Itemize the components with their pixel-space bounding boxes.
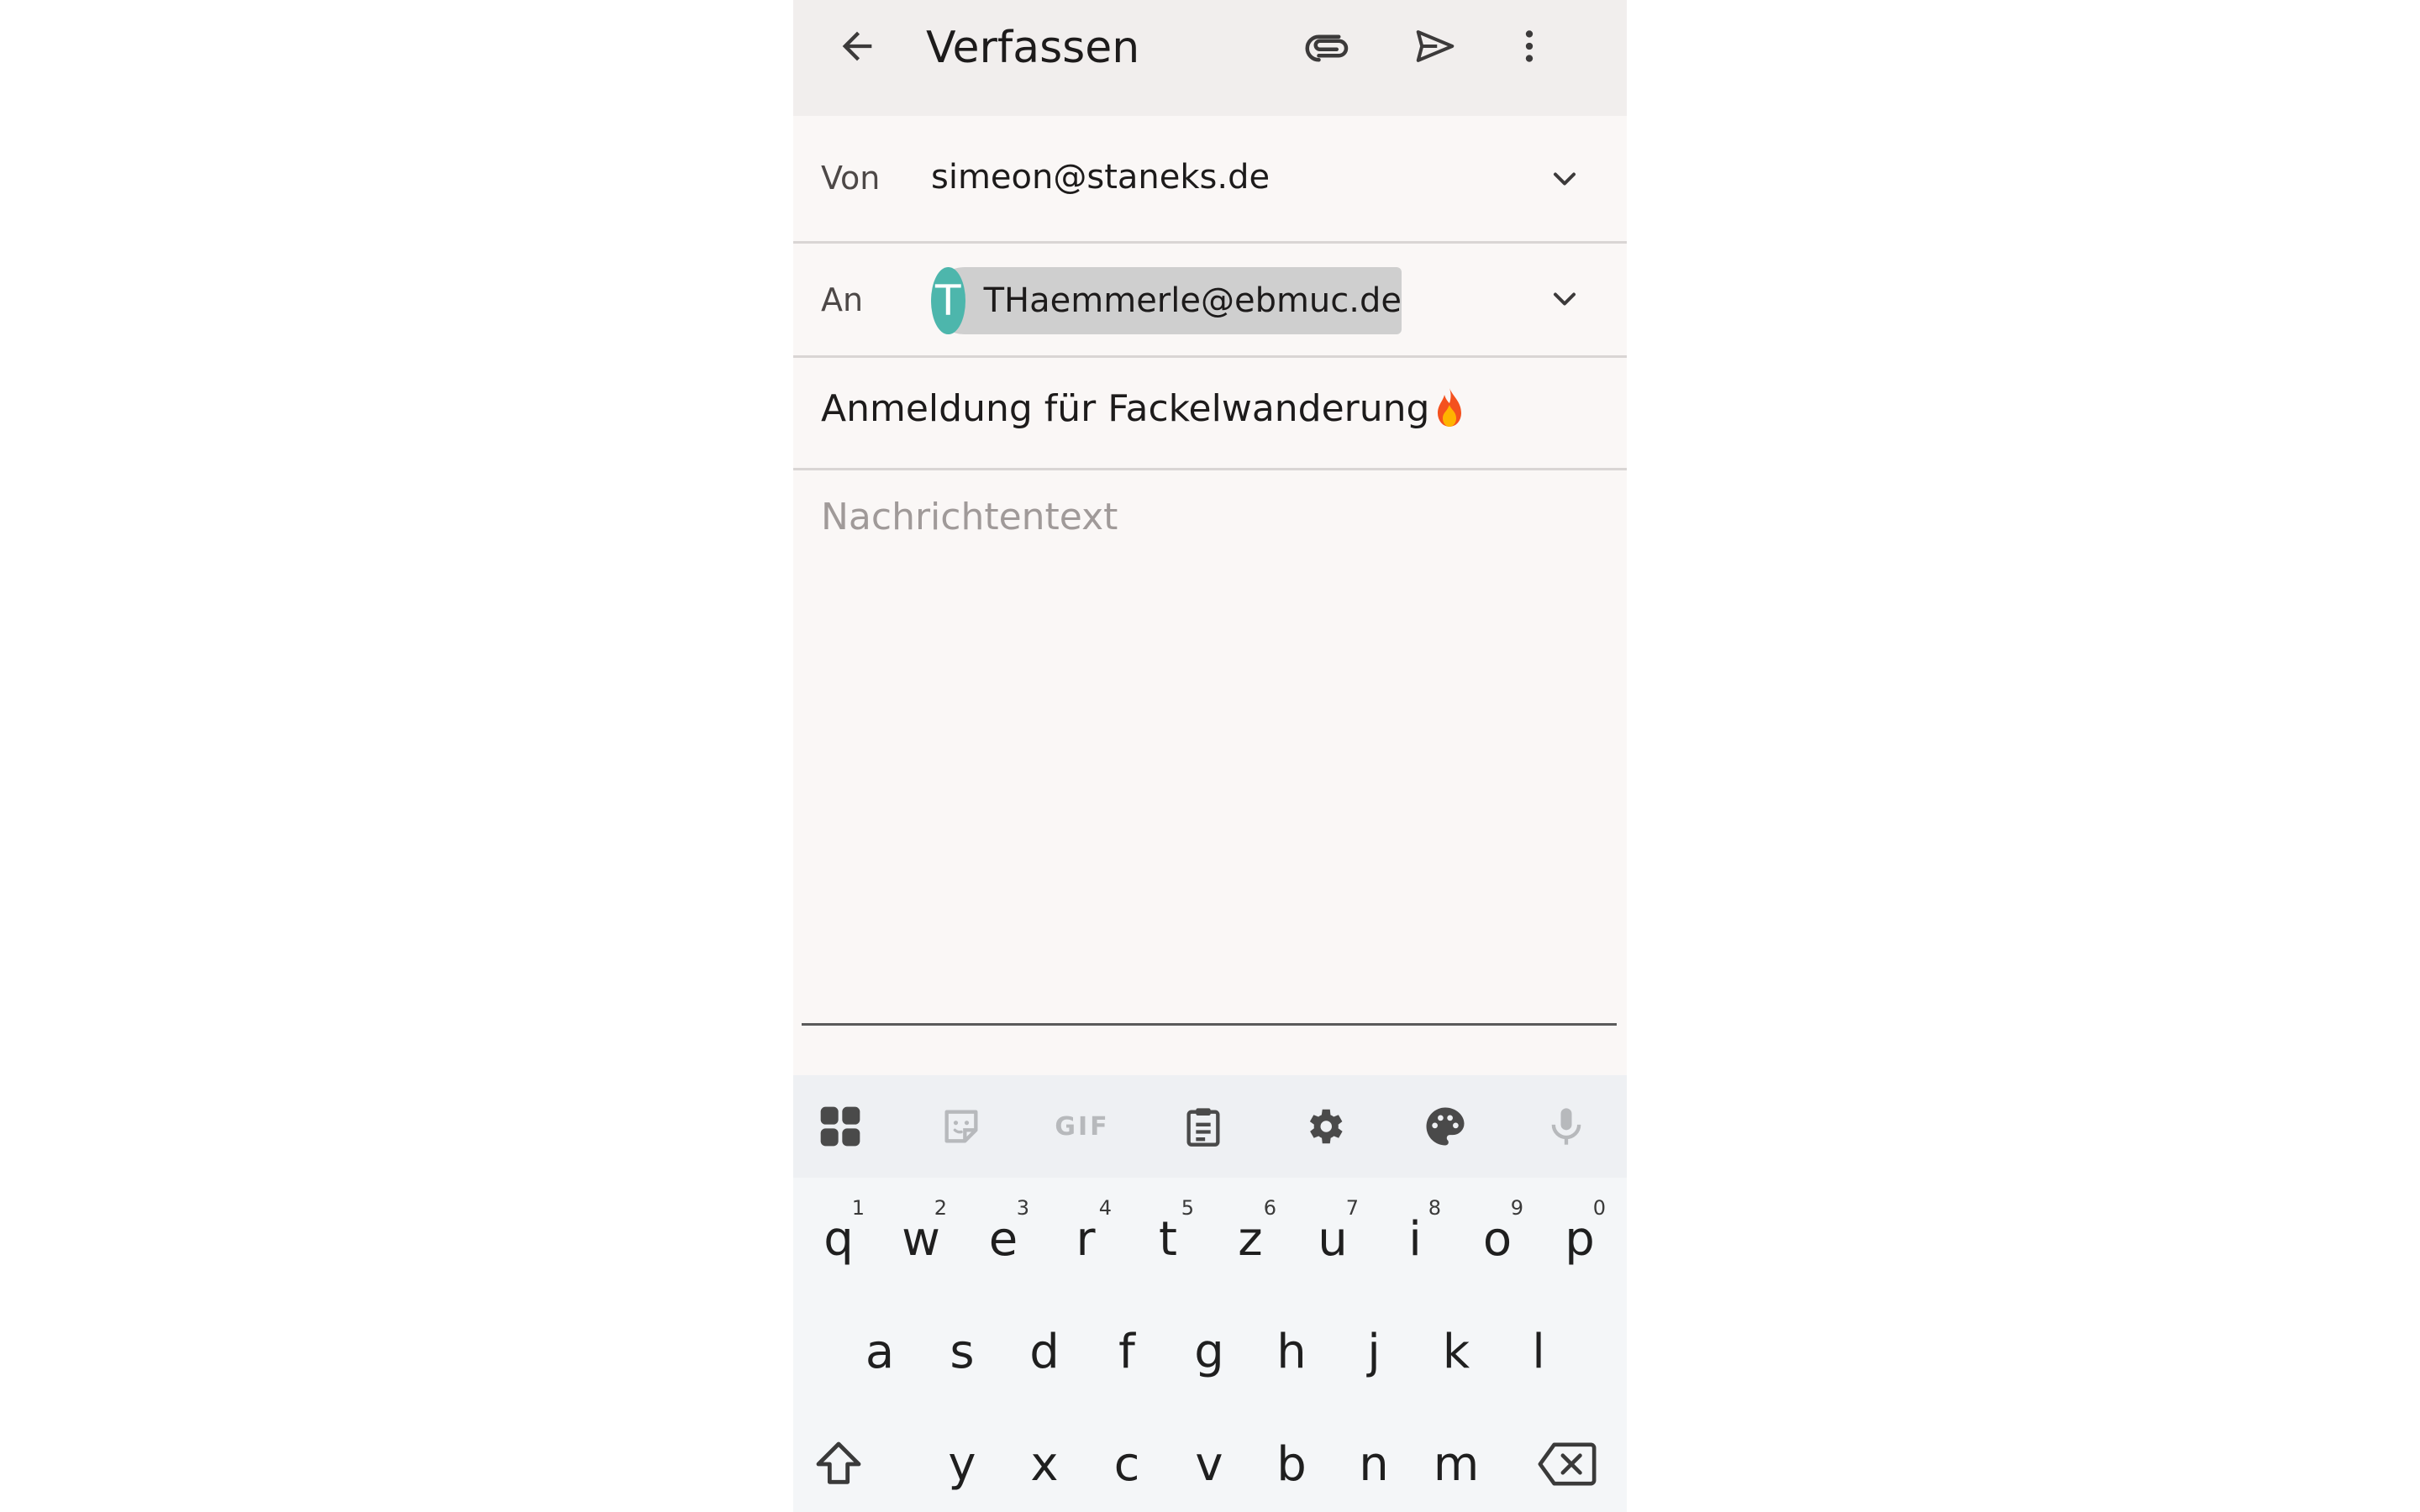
key-j[interactable]: j: [1333, 1305, 1415, 1398]
recipient-chip[interactable]: T THaemmerle@ebmuc.de: [931, 267, 1402, 334]
apps-grid-button[interactable]: [807, 1093, 874, 1160]
send-button[interactable]: [1402, 13, 1469, 80]
key-b[interactable]: b: [1250, 1418, 1333, 1510]
gif-button[interactable]: GIF: [1049, 1093, 1116, 1160]
key-t[interactable]: t5: [1127, 1193, 1209, 1285]
key-p[interactable]: p0: [1539, 1193, 1621, 1285]
more-options-button[interactable]: [1496, 13, 1563, 80]
avatar: T: [931, 267, 965, 334]
key-e[interactable]: e3: [962, 1193, 1044, 1285]
from-label: Von: [821, 160, 881, 197]
clipboard-button[interactable]: [1170, 1093, 1237, 1160]
backspace-key[interactable]: [1517, 1418, 1618, 1510]
key-l[interactable]: l: [1497, 1305, 1580, 1398]
to-expand-button[interactable]: [1531, 265, 1598, 333]
attach-button[interactable]: [1296, 13, 1363, 80]
arrow-left-icon: [842, 31, 872, 61]
settings-button[interactable]: [1291, 1093, 1358, 1160]
gear-icon: [1309, 1109, 1343, 1144]
to-label: An: [821, 281, 864, 318]
sticker-button[interactable]: [928, 1093, 995, 1160]
shift-icon: [816, 1441, 861, 1484]
from-row[interactable]: Von simeon@staneks.de: [793, 116, 1627, 244]
key-s[interactable]: s: [921, 1305, 1003, 1398]
page-title: Verfassen: [926, 23, 1140, 73]
key-g[interactable]: g: [1168, 1305, 1250, 1398]
key-d[interactable]: d: [1003, 1305, 1086, 1398]
key-c[interactable]: c: [1086, 1418, 1168, 1510]
key-q[interactable]: q1: [797, 1193, 880, 1285]
from-expand-button[interactable]: [1531, 145, 1598, 213]
key-y[interactable]: y: [921, 1418, 1003, 1510]
backspace-icon: [1538, 1442, 1597, 1486]
key-x[interactable]: x: [1003, 1418, 1086, 1510]
key-u[interactable]: u7: [1292, 1193, 1374, 1285]
mic-icon: [1551, 1108, 1581, 1145]
more-vert-icon: [1525, 30, 1534, 62]
subject-field[interactable]: Anmeldung für Fackelwanderung: [821, 386, 1466, 430]
key-z[interactable]: z6: [1209, 1193, 1292, 1285]
gif-icon: GIF: [1055, 1111, 1110, 1142]
chevron-down-icon: [1553, 172, 1576, 186]
message-body-input[interactable]: Nachrichtentext: [821, 496, 1118, 538]
key-h[interactable]: h: [1250, 1305, 1333, 1398]
key-a[interactable]: a: [839, 1305, 921, 1398]
apps-grid-icon: [820, 1106, 860, 1147]
key-r[interactable]: r4: [1044, 1193, 1127, 1285]
shift-key[interactable]: [797, 1418, 880, 1510]
paperclip-icon: [1305, 34, 1349, 62]
theme-button[interactable]: [1412, 1093, 1479, 1160]
fire-icon: [1433, 386, 1466, 430]
key-w[interactable]: w2: [880, 1193, 962, 1285]
chevron-down-icon: [1553, 292, 1576, 306]
key-k[interactable]: k: [1415, 1305, 1497, 1398]
key-i[interactable]: i8: [1374, 1193, 1456, 1285]
subject-text: Anmeldung für Fackelwanderung: [821, 386, 1430, 430]
voice-input-button[interactable]: [1533, 1093, 1600, 1160]
from-value: simeon@staneks.de: [931, 158, 1270, 197]
key-v[interactable]: v: [1168, 1418, 1250, 1510]
compose-screen: Verfassen Von simeon@staneks.de An T THa…: [793, 0, 1627, 1512]
key-m[interactable]: m: [1415, 1418, 1497, 1510]
body-underline: [802, 1023, 1617, 1026]
sticker-icon: [944, 1110, 978, 1143]
send-icon: [1416, 30, 1455, 62]
app-bar: Verfassen: [793, 0, 1627, 116]
palette-icon: [1426, 1107, 1465, 1146]
keyboard-toolbar: GIF: [793, 1075, 1627, 1178]
clipboard-icon: [1186, 1108, 1220, 1147]
key-f[interactable]: f: [1086, 1305, 1168, 1398]
keyboard: q1 w2 e3 r4 t5 z6 u7 i8 o9 p0 a s d f g …: [793, 1178, 1627, 1512]
back-button[interactable]: [823, 13, 891, 80]
key-n[interactable]: n: [1333, 1418, 1415, 1510]
recipient-email: THaemmerle@ebmuc.de: [983, 281, 1402, 320]
key-o[interactable]: o9: [1456, 1193, 1539, 1285]
